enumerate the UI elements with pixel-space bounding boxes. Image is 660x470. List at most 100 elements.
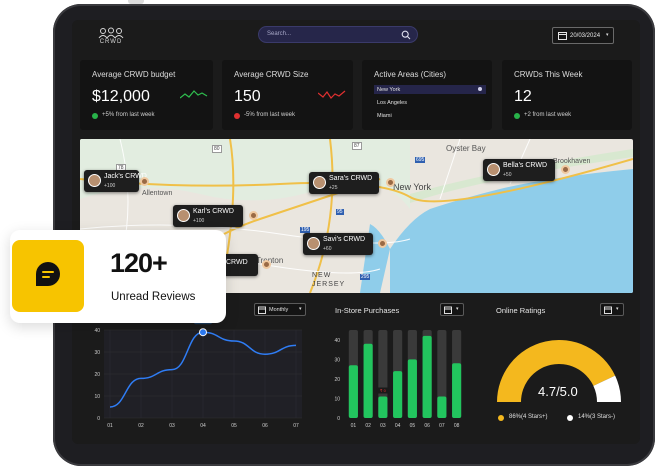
x-tick-label: 08 (454, 423, 460, 429)
area-item[interactable]: Los Angeles (374, 98, 486, 107)
pin-count: +50 (503, 172, 512, 178)
search-placeholder: Search... (267, 31, 292, 37)
x-tick-label: 03 (380, 423, 386, 429)
date-value: 20/03/2024 (570, 33, 601, 39)
date-picker[interactable]: 20/03/2024 ▾ (552, 27, 614, 44)
legend-label: 14%(3 Stars-) (578, 414, 616, 420)
card-active-areas: Active Areas (Cities) New York Los Angel… (362, 60, 492, 130)
card-note: +2 from last week (524, 112, 572, 118)
map-marker[interactable] (561, 165, 570, 174)
card-budget: Average CRWD budget $12,000 +5% from las… (80, 60, 213, 130)
camera-notch (128, 0, 144, 4)
trend-up-sparkline (180, 90, 208, 99)
unread-reviews-popup[interactable]: 120+ Unread Reviews (10, 230, 226, 323)
map-pin-karl[interactable]: Karl's CRWD +100 (173, 205, 243, 227)
bar-chart: 0 10 20 30 40 01 02 03 04 05 06 07 08 ₹ 0 (334, 330, 462, 429)
y-tick-label: 30 (334, 357, 340, 363)
x-tick-label: 04 (395, 423, 401, 429)
map-label: Brookhaven (553, 158, 591, 165)
highway-label: 695 (415, 157, 426, 163)
calendar-icon (558, 32, 567, 40)
chat-icon (36, 262, 60, 286)
card-size: Average CRWD Size 150 -5% from last week (222, 60, 353, 130)
pin-name: Karl's CRWD (193, 208, 234, 215)
trend-down-sparkline (318, 90, 346, 99)
trend-dot (514, 113, 520, 119)
unread-count: 120+ (110, 248, 168, 278)
x-tick-label: 02 (138, 423, 144, 429)
map-pin-savi[interactable]: Savi's CRWD +60 (303, 233, 373, 255)
map-marker[interactable] (378, 239, 387, 248)
card-note: -5% from last week (244, 112, 296, 118)
pin-count: +100 (104, 183, 116, 189)
map-marker[interactable] (386, 178, 395, 187)
card-title: Active Areas (Cities) (374, 70, 447, 79)
bar (452, 363, 462, 418)
crowd-icon (98, 27, 124, 39)
highway-label: 87 (352, 142, 362, 150)
x-tick-label: 02 (365, 423, 371, 429)
y-tick-label: 20 (334, 377, 340, 383)
data-point (199, 328, 207, 337)
avatar (88, 174, 101, 187)
map-marker[interactable] (249, 211, 258, 220)
map-label: New York (393, 182, 432, 192)
period-select[interactable]: Monthly ▾ (254, 303, 306, 316)
hover-label: ₹ 0 (380, 388, 387, 393)
selected-dot-icon (478, 87, 482, 91)
bar (378, 396, 388, 418)
line-chart-panel: Monthly ▾ 0102030400102030405060739 (80, 302, 306, 442)
calendar-icon (444, 306, 452, 314)
y-tick-label: 40 (334, 338, 340, 344)
x-tick-label: 04 (200, 423, 206, 429)
pin-count: +60 (323, 246, 332, 252)
map-pin-bella[interactable]: Bella's CRWD +50 (483, 159, 555, 181)
card-value: 12 (514, 88, 532, 105)
card-title: Average CRWD Size (234, 70, 309, 79)
bar (393, 371, 403, 418)
highway-label: 95 (336, 209, 344, 215)
pin-name: Bella's CRWD (503, 162, 547, 169)
card-title: CRWDs This Week (514, 70, 583, 79)
crwd-logo: CRWD (98, 26, 124, 48)
area-item-selected[interactable]: New York (374, 85, 486, 94)
date-select[interactable]: ▾ (600, 303, 624, 316)
map-label: NEW JERSEY (312, 272, 346, 288)
pin-name: Sara's CRWD (329, 175, 373, 182)
area-item[interactable]: Miami (374, 111, 486, 120)
chevron-down-icon: ▾ (299, 306, 302, 312)
chevron-down-icon: ▾ (456, 306, 459, 312)
avatar (307, 237, 320, 250)
bar (363, 343, 373, 418)
map-marker[interactable] (262, 260, 271, 269)
chevron-down-icon: ▾ (606, 32, 609, 38)
bar (407, 359, 417, 418)
ratings-panel: Online Ratings ▾ 4.7/5.0 86%(4 Stars+) 1… (484, 302, 634, 442)
map-marker[interactable] (140, 177, 149, 186)
card-value: $12,000 (92, 88, 150, 105)
rating-value: 4.7/5.0 (538, 384, 578, 399)
card-note: +5% from last week (102, 112, 155, 118)
map-pin-jack[interactable]: Jack's CRWD +100 (84, 170, 147, 192)
x-tick-label: 07 (293, 423, 299, 429)
highway-label: 295 (360, 274, 371, 280)
bar (437, 396, 447, 418)
bar-chart-panel: In-Store Purchases ▾ 0 10 20 30 40 01 02 03 04 05… (324, 302, 474, 442)
map-pin-sara[interactable]: Sara's CRWD +25 (309, 172, 379, 194)
date-select[interactable]: ▾ (440, 303, 464, 316)
pin-count: +25 (329, 185, 338, 191)
x-tick-label: 05 (231, 423, 237, 429)
avatar (177, 209, 190, 222)
y-tick-label: 30 (94, 350, 100, 356)
search-icon[interactable] (401, 30, 411, 40)
logo-text: CRWD (99, 39, 123, 45)
pin-count: +100 (193, 218, 205, 224)
trend-dot (92, 113, 98, 119)
x-tick-label: 07 (439, 423, 445, 429)
top-bar: CRWD Search... 20/03/2024 ▾ (72, 20, 640, 52)
y-tick-label: 10 (94, 394, 100, 400)
pin-name: CRWD (226, 259, 248, 266)
legend-label: 86%(4 Stars+) (509, 414, 548, 420)
search-input[interactable]: Search... (258, 26, 418, 43)
y-tick-label: 0 (97, 416, 100, 422)
